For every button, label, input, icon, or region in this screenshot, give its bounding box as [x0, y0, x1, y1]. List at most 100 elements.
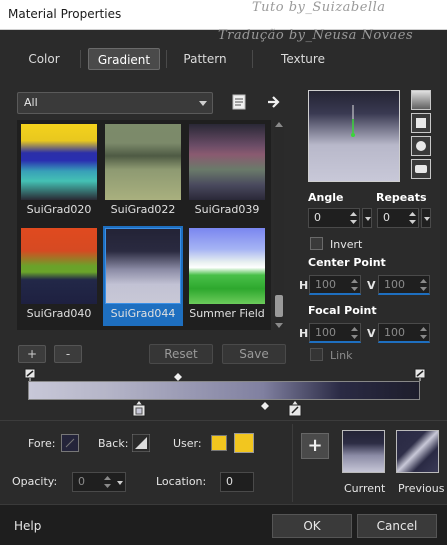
focal-v-label: V	[367, 327, 376, 340]
previous-swatch[interactable]	[396, 430, 439, 473]
gradient-item[interactable]: SuiGrad022	[103, 122, 183, 222]
add-gradient-button[interactable]: +	[18, 345, 46, 363]
gradient-label: SuiGrad020	[26, 203, 92, 216]
spin-arrows-icon[interactable]	[418, 276, 429, 294]
gradient-label: SuiGrad022	[110, 203, 176, 216]
center-h-value: 100	[315, 278, 336, 291]
user-color-radio[interactable]	[211, 435, 227, 451]
back-label: Back:	[98, 437, 129, 450]
add-swatch-button[interactable]: +	[301, 433, 329, 459]
gradient-item[interactable]: SuiGrad020	[19, 122, 99, 222]
sunburst-style-button[interactable]	[411, 136, 431, 156]
library-scrollbar[interactable]	[274, 120, 284, 330]
reset-button[interactable]: Reset	[149, 344, 213, 364]
opacity-dropdown[interactable]	[115, 473, 125, 491]
midpoint-diamond-icon[interactable]	[260, 401, 270, 414]
gradient-swatch	[189, 228, 265, 304]
repeats-dropdown[interactable]	[421, 208, 431, 228]
save-button[interactable]: Save	[222, 344, 286, 364]
angle-field-value: 0	[314, 211, 321, 224]
arrow-right-icon[interactable]	[265, 93, 283, 111]
spin-arrows-icon[interactable]	[348, 209, 359, 227]
center-v-label: V	[367, 279, 376, 292]
focal-h-label: H	[299, 327, 309, 340]
remove-gradient-button[interactable]: -	[54, 345, 82, 363]
tab-color[interactable]: Color	[14, 48, 74, 70]
center-v-field[interactable]: 100	[378, 275, 430, 295]
help-link[interactable]: Help	[14, 519, 41, 533]
gradient-library-grid: SuiGrad020 SuiGrad022 SuiGrad039 SuiGrad…	[17, 120, 271, 330]
fore-color-swatch[interactable]	[61, 434, 79, 452]
user-color-swatch[interactable]	[234, 433, 254, 453]
linear-style-button[interactable]	[411, 90, 431, 110]
center-h-field[interactable]: 100	[309, 275, 361, 295]
category-dropdown-value: All	[24, 96, 38, 109]
tab-texture[interactable]: Texture	[262, 48, 344, 70]
gradient-item[interactable]: Summer Field	[187, 226, 267, 326]
focal-point-label: Focal Point	[308, 304, 377, 317]
document-icon[interactable]	[230, 93, 248, 111]
spin-arrows-icon[interactable]	[349, 276, 360, 294]
gradient-item[interactable]: SuiGrad040	[19, 226, 99, 326]
gradient-swatch	[105, 228, 181, 304]
fore-label: Fore:	[28, 437, 56, 450]
current-label: Current	[344, 482, 386, 495]
repeats-field[interactable]: 0	[377, 208, 419, 228]
opacity-value: 0	[78, 475, 85, 488]
focal-v-value: 100	[384, 326, 405, 339]
gradient-item[interactable]: SuiGrad039	[187, 122, 267, 222]
gradient-swatch	[21, 124, 97, 200]
opacity-label: Opacity:	[12, 475, 58, 488]
spin-arrows-icon[interactable]	[349, 324, 360, 342]
window-title: Material Properties	[8, 7, 122, 21]
angle-label: Angle	[308, 191, 344, 204]
invert-checkbox[interactable]	[310, 237, 323, 250]
previous-label: Previous	[398, 482, 445, 495]
gradient-editor-bar[interactable]	[28, 381, 420, 400]
tab-separator	[252, 50, 253, 68]
radial-style-button[interactable]	[411, 159, 431, 179]
scroll-down-icon[interactable]	[275, 323, 283, 328]
gradient-swatch	[189, 124, 265, 200]
color-stop-marker-light[interactable]	[132, 401, 146, 420]
repeats-label: Repeats	[376, 191, 427, 204]
chevron-down-icon	[199, 101, 207, 106]
top-left-stop-marker[interactable]	[24, 368, 36, 381]
current-swatch[interactable]	[342, 430, 385, 473]
back-color-swatch[interactable]	[131, 433, 151, 453]
link-checkbox[interactable]	[310, 348, 323, 361]
link-label: Link	[330, 349, 353, 362]
tab-separator	[166, 50, 167, 68]
angle-field[interactable]: 0	[308, 208, 360, 228]
focal-h-field[interactable]: 100	[309, 323, 361, 343]
gradient-label: SuiGrad040	[26, 307, 92, 320]
scroll-thumb[interactable]	[275, 295, 283, 317]
gradient-item-selected[interactable]: SuiGrad044	[103, 226, 183, 326]
divider	[292, 424, 293, 502]
divider	[0, 420, 447, 421]
focal-v-field[interactable]: 100	[378, 323, 430, 343]
gradient-label: Summer Field	[189, 307, 265, 320]
invert-label: Invert	[330, 238, 363, 251]
ok-button[interactable]: OK	[272, 514, 352, 538]
category-dropdown[interactable]: All	[17, 92, 213, 114]
gradient-preview[interactable]	[308, 90, 400, 182]
tab-gradient[interactable]: Gradient	[88, 48, 160, 70]
rectangular-style-button[interactable]	[411, 113, 431, 133]
angle-dropdown[interactable]	[362, 208, 372, 228]
tab-pattern[interactable]: Pattern	[172, 48, 238, 70]
opacity-field[interactable]: 0	[72, 472, 126, 492]
focal-h-value: 100	[315, 326, 336, 339]
center-h-label: H	[299, 279, 309, 292]
center-v-value: 100	[384, 278, 405, 291]
spin-arrows-icon[interactable]	[102, 473, 113, 491]
user-label: User:	[173, 437, 202, 450]
cancel-button[interactable]: Cancel	[357, 514, 437, 538]
gradient-swatch	[105, 124, 181, 200]
color-stop-marker-dark[interactable]	[288, 401, 302, 420]
spin-arrows-icon[interactable]	[418, 324, 429, 342]
spin-arrows-icon[interactable]	[407, 209, 418, 227]
scroll-up-icon[interactable]	[275, 122, 283, 127]
location-value: 0	[226, 475, 233, 488]
location-field[interactable]: 0	[220, 472, 254, 492]
